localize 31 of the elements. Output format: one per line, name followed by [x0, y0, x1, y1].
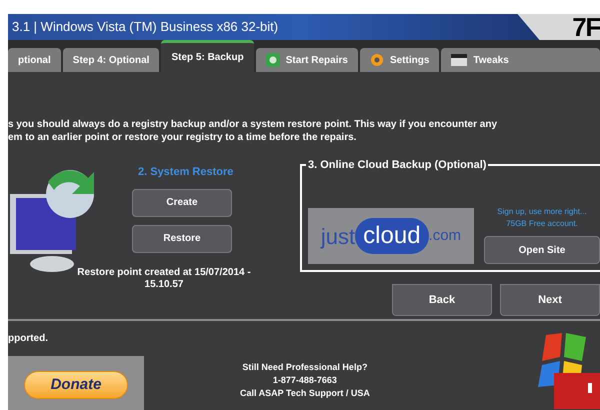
section-heading: 3. Online Cloud Backup (Optional)	[306, 157, 488, 174]
help-text: 1-877-488-7663	[272, 374, 337, 387]
intro-text: em to an earlier point or restore your registry to a time before the repairs.	[8, 131, 358, 144]
tab[interactable]: Start Repairs	[256, 48, 358, 72]
footer-text: pported.	[8, 332, 49, 346]
window-title: 3.1 | Windows Vista (TM) Business x86 32-bit)	[11, 18, 278, 36]
help-text: Still Need Professional Help?	[242, 361, 368, 374]
help-text: Call ASAP Tech Support / USA	[240, 387, 370, 400]
promo-text: 75GB Free account.	[506, 218, 578, 230]
restore-button[interactable]: Restore	[132, 224, 232, 252]
gear-icon	[370, 53, 384, 67]
logo-text: cloud	[355, 218, 429, 254]
tab[interactable]: ptional	[8, 48, 61, 72]
restore-button[interactable]: Create	[132, 188, 232, 216]
tab[interactable]: Step 4: Optional	[62, 48, 160, 72]
tab[interactable]: Tweaks	[441, 48, 600, 72]
donate-button[interactable]: Donate	[24, 371, 128, 399]
nav-button[interactable]: Next	[500, 284, 600, 316]
window-icon	[451, 54, 468, 66]
intro-text: s you should always do a registry backup and/or a system restore point. This way if you encounter any	[8, 118, 498, 131]
logo-text: just	[320, 222, 356, 251]
section-heading: 2. System Restore	[138, 165, 234, 180]
tab[interactable]: Settings	[360, 48, 440, 72]
restore-point-note: Restore point created at 15/07/2014 - 15.10.57	[76, 266, 252, 290]
logo-text: 7F	[572, 14, 600, 40]
open-site-button[interactable]: Open Site	[484, 236, 600, 264]
promo-text: Sign up, use more right...	[497, 206, 587, 218]
logo-text: .com	[428, 226, 462, 246]
nav-button[interactable]: Back	[392, 284, 492, 316]
tab[interactable]: Step 5: Backup	[161, 40, 254, 72]
repair-icon	[266, 53, 280, 67]
